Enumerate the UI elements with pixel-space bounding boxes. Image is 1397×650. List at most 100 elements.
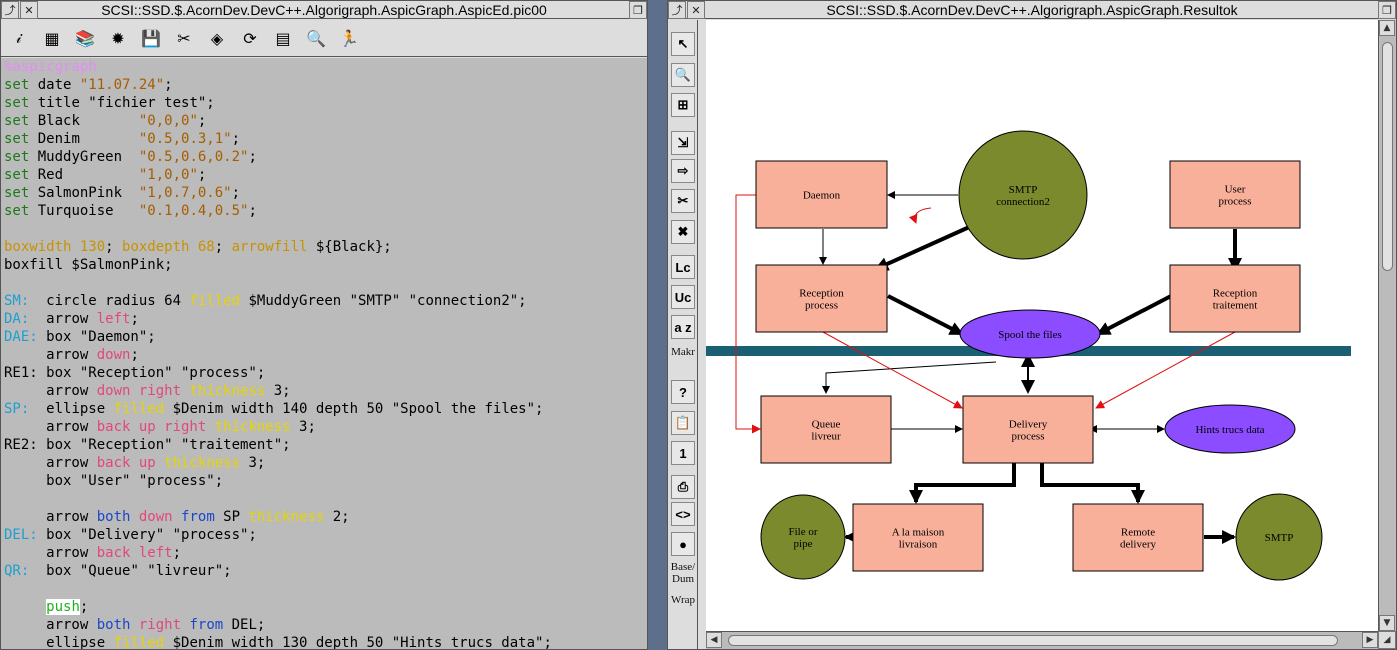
code-token: from — [189, 617, 224, 633]
code-token: down — [96, 347, 131, 363]
zoom-in-button[interactable]: 🔍 — [671, 63, 695, 87]
scroll-down-icon[interactable]: ▼ — [1379, 615, 1395, 631]
resize-icon[interactable]: ◢ — [1378, 631, 1396, 649]
code-token: back left — [96, 545, 173, 561]
editor-title: SCSI::SSD.$.AcornDev.DevC++.Algorigraph.… — [101, 2, 547, 18]
code-token: back up — [96, 455, 156, 471]
code-token: RE2: box "Reception" "traitement"; — [4, 437, 291, 453]
record-button[interactable]: ● — [671, 532, 695, 556]
code-token: set — [4, 149, 30, 165]
make-label[interactable]: Makr — [669, 346, 697, 358]
code-line: set title "fichier test"; — [4, 94, 647, 112]
code-token: "0.5,0.3,1" — [138, 131, 232, 147]
code-token: "0,0,0" — [138, 113, 198, 129]
code-token: from — [181, 509, 215, 525]
horizontal-scrollbar[interactable]: ◀ ▶ — [706, 631, 1378, 649]
uppercase-button[interactable]: Uc — [671, 285, 695, 309]
code-token: down right — [96, 383, 182, 399]
sort-az-button[interactable]: a z — [671, 315, 695, 339]
select-tool-button[interactable]: ↖ — [671, 32, 695, 56]
pin-icon[interactable]: ✂ — [169, 23, 199, 53]
vertical-scroll-thumb[interactable] — [1382, 42, 1393, 271]
code-line: push; — [4, 598, 647, 616]
gear-icon[interactable]: ✹ — [103, 23, 133, 53]
code-token: ; — [214, 239, 232, 255]
code-line: set Black "0,0,0"; — [4, 112, 647, 130]
code-token: SP: — [4, 401, 30, 417]
tag-button[interactable]: <> — [671, 502, 695, 526]
code-line: box "User" "process"; — [4, 472, 647, 490]
desktop-background — [648, 0, 667, 650]
refresh-icon[interactable]: ⟳ — [235, 23, 265, 53]
code-token: "0.1,0.4,0.5" — [138, 203, 249, 219]
node-label: livreur — [811, 431, 841, 443]
code-line: arrow back left; — [4, 544, 647, 562]
node-spool: Spool the files — [959, 309, 1101, 359]
scroll-left-icon[interactable]: ◀ — [706, 632, 722, 648]
wrap-label[interactable]: Wrap — [669, 594, 697, 606]
code-line: arrow both right from DEL; — [4, 616, 647, 634]
editor-titlebar[interactable]: ⤴ ✕ SCSI::SSD.$.AcornDev.DevC++.Algorigr… — [1, 1, 647, 19]
code-token: 3; — [265, 383, 291, 399]
code-token: date — [29, 77, 80, 93]
vertical-scrollbar[interactable]: ▲ ▼ — [1378, 20, 1396, 631]
zoom-fit-button[interactable]: ⊞ — [671, 93, 695, 117]
horizontal-scroll-thumb[interactable] — [728, 635, 1338, 646]
film-icon[interactable]: ▦ — [37, 23, 67, 53]
export-button[interactable]: ⇨ — [671, 159, 695, 183]
arrow-reception2-delivery-red — [1095, 331, 1236, 409]
scroll-up-icon[interactable]: ▲ — [1379, 20, 1395, 36]
toggle-size-icon[interactable]: ❐ — [629, 1, 647, 19]
code-line: set date "11.07.24"; — [4, 76, 647, 94]
save-icon[interactable]: 💾 — [136, 23, 166, 53]
code-token: QR: — [4, 563, 30, 579]
code-token: set — [4, 113, 30, 129]
back-icon[interactable]: ⤴ — [668, 1, 686, 19]
run-icon[interactable]: 🏃 — [334, 23, 364, 53]
editor-window: ⤴ ✕ SCSI::SSD.$.AcornDev.DevC++.Algorigr… — [0, 0, 648, 650]
code-line: arrow back up right thickness 3; — [4, 418, 647, 436]
code-line: DA: arrow left; — [4, 310, 647, 328]
cut-button[interactable]: ✂ — [671, 189, 695, 213]
books-icon[interactable]: 📚 — [70, 23, 100, 53]
code-token: ; — [130, 347, 139, 363]
base-dump-label[interactable]: Base/ Dum — [669, 561, 697, 585]
code-token: DAE: — [4, 329, 38, 345]
result-titlebar[interactable]: ⤴ ✕ SCSI::SSD.$.AcornDev.DevC++.Algorigr… — [668, 1, 1396, 19]
find-icon[interactable]: 🔍 — [301, 23, 331, 53]
back-icon[interactable]: ⤴ — [1, 1, 19, 19]
clipboard-button[interactable]: 📋 — [671, 411, 695, 435]
code-line: %aspicgraph — [4, 58, 647, 76]
code-token: SalmonPink — [29, 185, 139, 201]
node-label: SMTP — [1265, 532, 1294, 544]
node-remote: Remotedelivery — [1072, 503, 1204, 572]
code-token: arrow — [4, 617, 97, 633]
diamond-icon[interactable]: ◈ — [202, 23, 232, 53]
code-token: box "Delivery" "process"; — [37, 527, 257, 543]
code-token: DEL; — [223, 617, 266, 633]
node-alamaison: A la maisonlivraison — [852, 503, 984, 572]
code-line: arrow down; — [4, 346, 647, 364]
code-line: QR: box "Queue" "livreur"; — [4, 562, 647, 580]
import-button[interactable]: ⇲ — [671, 131, 695, 155]
lowercase-button[interactable]: Lc — [671, 255, 695, 279]
code-token: "1,0,0" — [138, 167, 198, 183]
calendar-button[interactable]: 1 — [671, 441, 695, 465]
scroll-right-icon[interactable]: ▶ — [1362, 632, 1378, 648]
code-token: filled — [113, 635, 165, 649]
code-token: arrow — [29, 311, 97, 327]
toggle-size-icon[interactable]: ❐ — [1378, 1, 1396, 19]
printer-button[interactable]: ⎙ — [671, 475, 695, 499]
code-token: set — [4, 167, 30, 183]
node-label: File or — [788, 526, 817, 538]
code-editor[interactable]: %aspicgraph set date "11.07.24"; set title… — [1, 58, 647, 649]
code-line: set Turquoise "0.1,0.4,0.5"; — [4, 202, 647, 220]
info-icon[interactable]: 𝒾 — [4, 23, 34, 53]
chart-icon[interactable]: ▤ — [268, 23, 298, 53]
node-label: User — [1225, 184, 1246, 196]
code-token: ; — [79, 599, 89, 615]
help-button[interactable]: ? — [671, 380, 695, 404]
delete-button[interactable]: ✖ — [671, 220, 695, 244]
node-daemon: Daemon — [755, 160, 888, 229]
